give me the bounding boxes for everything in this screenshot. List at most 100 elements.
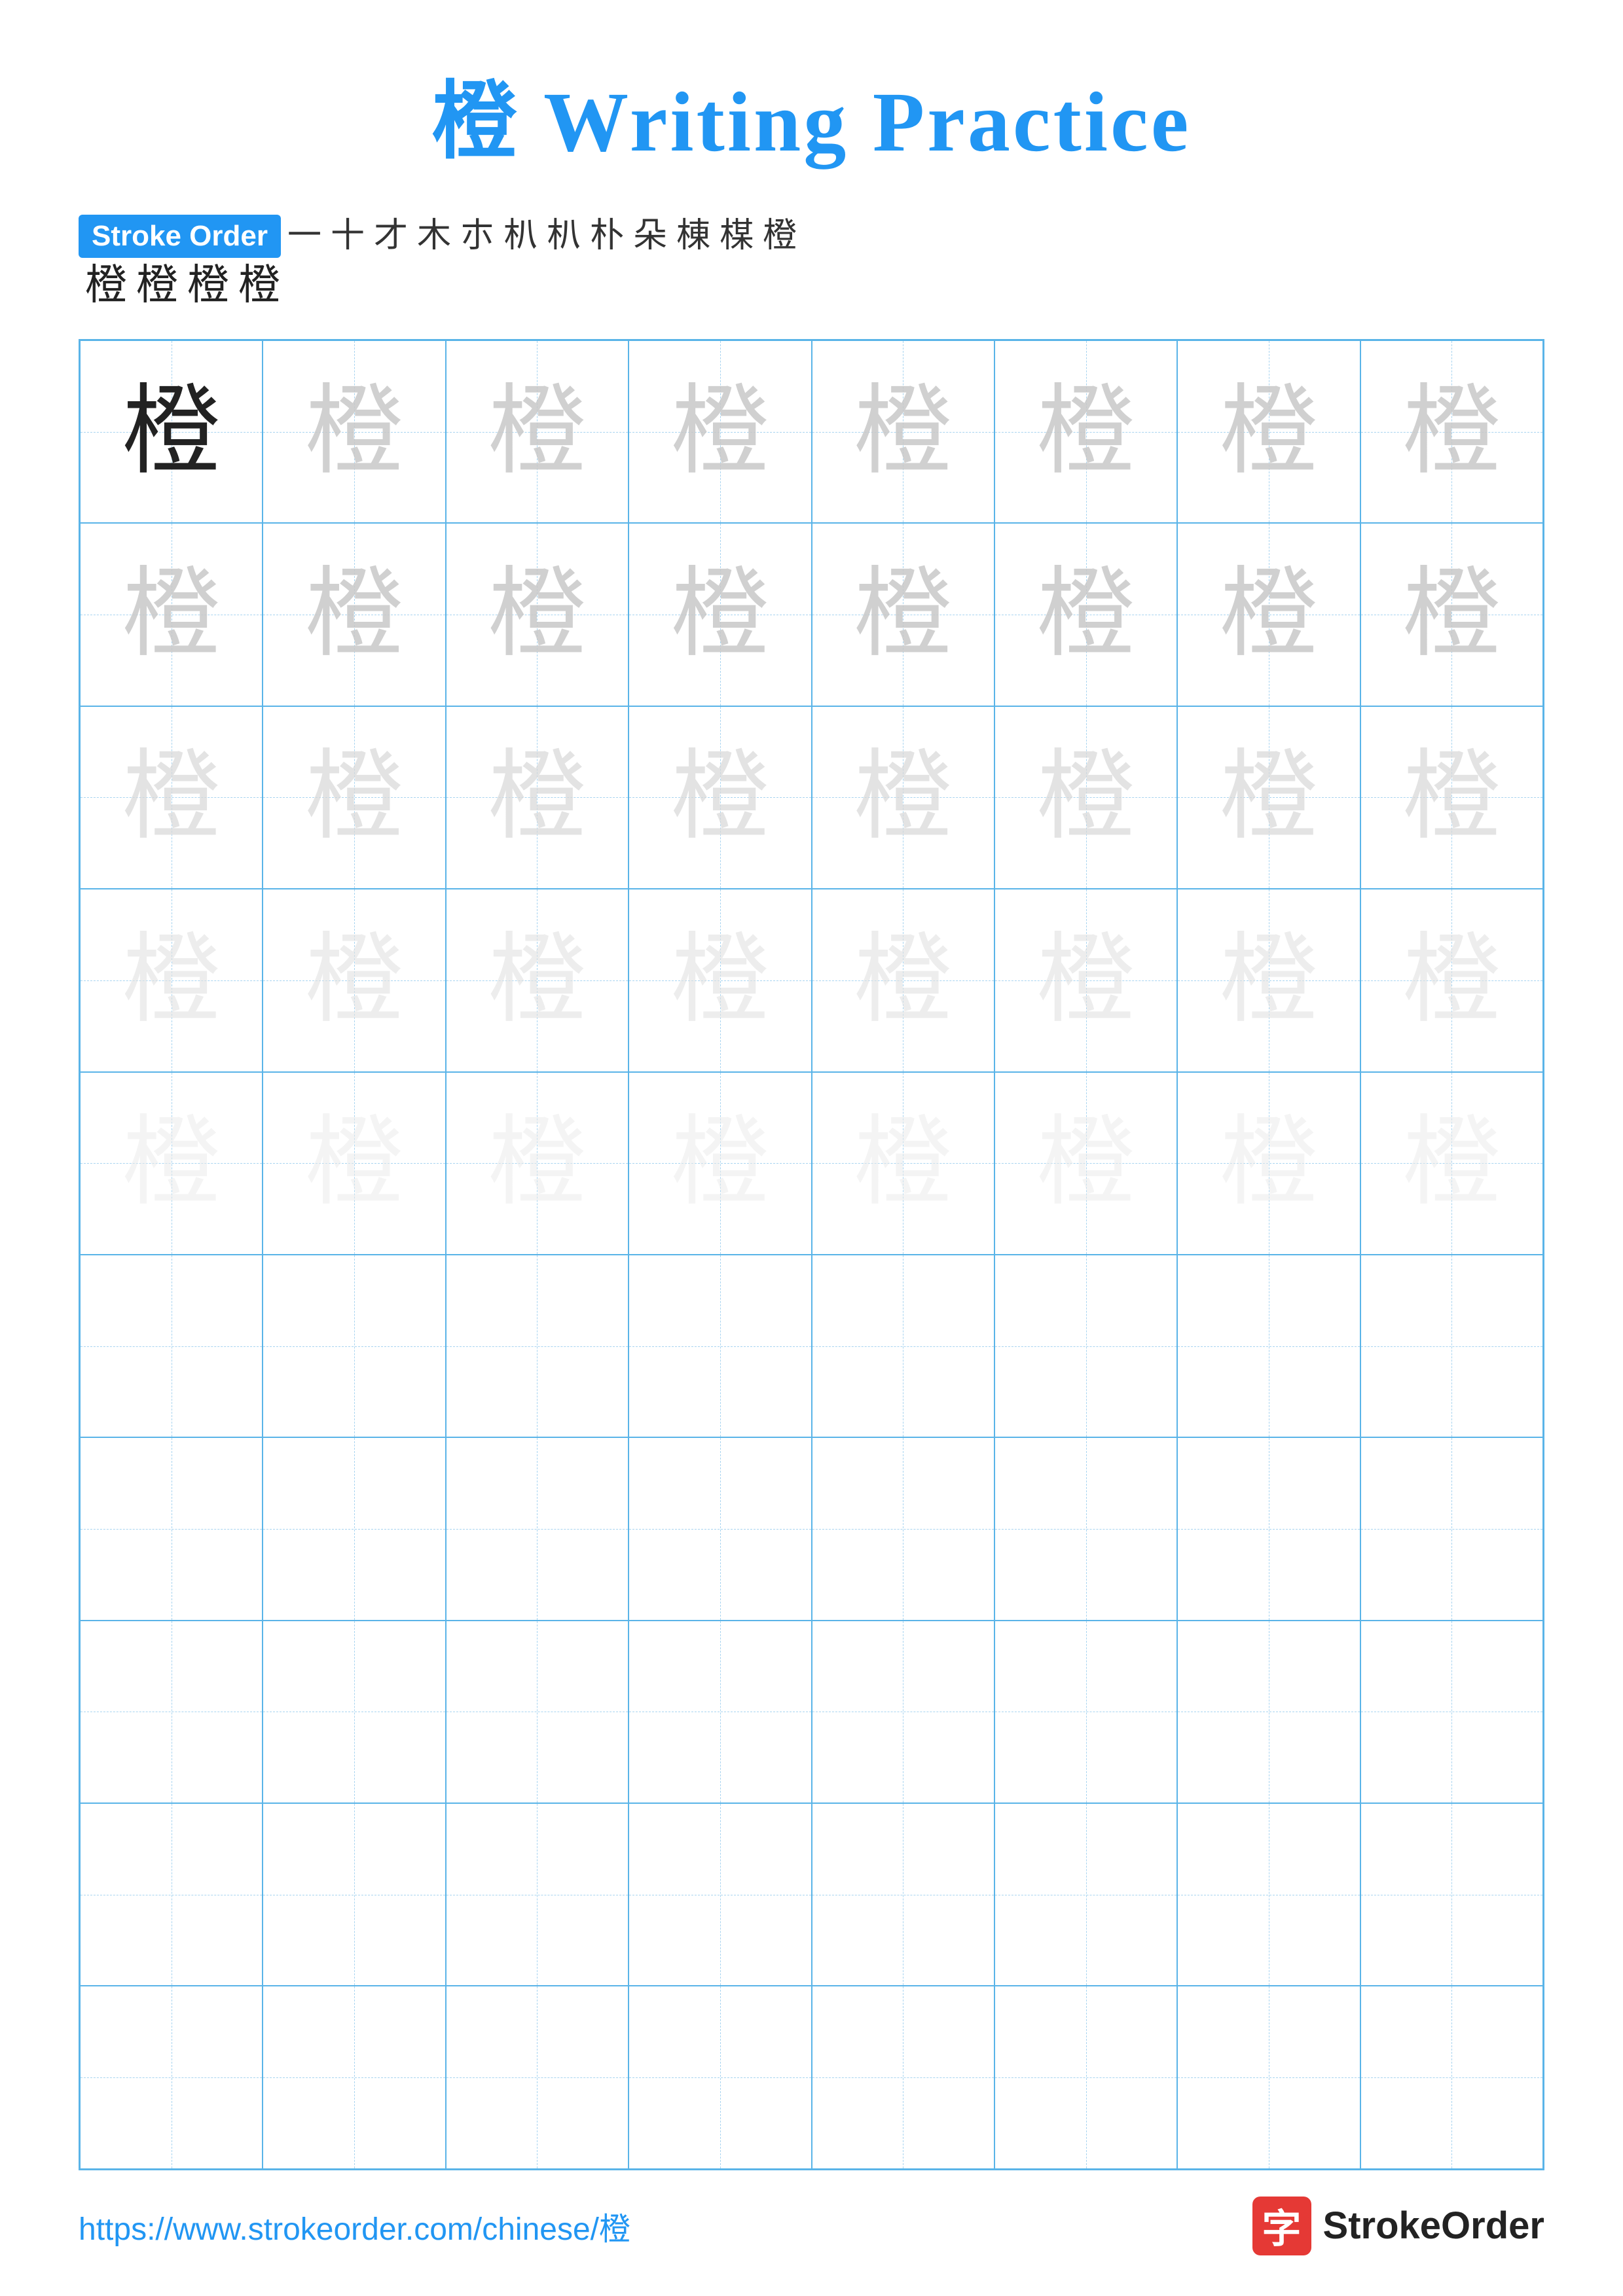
grid-cell [80, 1986, 263, 2168]
practice-char: 橙 [1037, 1114, 1135, 1212]
practice-char: 橙 [1037, 748, 1135, 846]
grid-cell: 橙 [1177, 706, 1360, 889]
grid-cell [994, 1255, 1177, 1437]
grid-cell [1360, 1803, 1543, 1986]
grid-cell [1177, 1803, 1360, 1986]
grid-cell [80, 1255, 263, 1437]
stroke-r2-1: 橙 [85, 264, 127, 306]
page: 橙 Writing Practice Stroke Order 一 十 才 木 … [0, 0, 1623, 2296]
grid-cell [629, 1803, 811, 1986]
grid-cell [263, 1986, 445, 2168]
grid-cell: 橙 [80, 1072, 263, 1255]
stroke-s7: 朳 [547, 219, 581, 253]
grid-cell: 橙 [80, 523, 263, 706]
grid-cell [263, 1255, 445, 1437]
grid-cell [1177, 1255, 1360, 1437]
practice-char: 橙 [671, 931, 769, 1030]
grid-cell: 橙 [994, 889, 1177, 1071]
stroke-order-row1: Stroke Order 一 十 才 木 朩 朳 朳 朴 朵 棟 楳 橙 [79, 215, 1544, 258]
practice-char: 橙 [305, 565, 403, 664]
grid-cell: 橙 [1177, 889, 1360, 1071]
logo-text: StrokeOrder [1323, 2204, 1544, 2248]
practice-char: 橙 [1402, 1114, 1501, 1212]
grid-cell: 橙 [629, 889, 811, 1071]
practice-char: 橙 [488, 383, 586, 481]
stroke-s8: 朴 [590, 219, 624, 253]
grid-cell [80, 1803, 263, 1986]
grid-cell: 橙 [1177, 523, 1360, 706]
grid-cell: 橙 [80, 889, 263, 1071]
grid-cell: 橙 [446, 1072, 629, 1255]
grid-cell [994, 1437, 1177, 1620]
stroke-s12: 橙 [763, 219, 797, 253]
stroke-s10: 棟 [676, 219, 710, 253]
practice-char: 橙 [1220, 931, 1318, 1030]
practice-char: 橙 [1220, 748, 1318, 846]
practice-char: 橙 [854, 383, 952, 481]
grid-cell: 橙 [994, 706, 1177, 889]
grid-cell: 橙 [812, 523, 994, 706]
practice-char: 橙 [1402, 931, 1501, 1030]
stroke-s5: 朩 [460, 219, 494, 253]
practice-char: 橙 [1220, 383, 1318, 481]
grid-cell [1360, 1986, 1543, 2168]
logo-char: 字 [1262, 2197, 1302, 2254]
grid-cell [1360, 1437, 1543, 1620]
grid-cell [446, 1803, 629, 1986]
grid-cell [629, 1255, 811, 1437]
grid-cell [446, 1986, 629, 2168]
grid-cell: 橙 [446, 523, 629, 706]
stroke-s6: 朳 [503, 219, 538, 253]
practice-char: 橙 [305, 748, 403, 846]
grid-cell [812, 1986, 994, 2168]
grid-cell: 橙 [80, 340, 263, 523]
grid-cell: 橙 [263, 706, 445, 889]
title-text: Writing Practice [520, 75, 1192, 170]
page-title: 橙 Writing Practice [432, 52, 1192, 175]
grid-cell: 橙 [812, 889, 994, 1071]
grid-cell: 橙 [446, 706, 629, 889]
grid-cell: 橙 [812, 340, 994, 523]
stroke-s2: 十 [331, 219, 365, 253]
practice-char: 橙 [671, 383, 769, 481]
stroke-order-badge: Stroke Order [79, 215, 281, 258]
grid-cell [812, 1437, 994, 1620]
grid-cell [80, 1437, 263, 1620]
practice-char: 橙 [1220, 565, 1318, 664]
footer-url[interactable]: https://www.strokeorder.com/chinese/橙 [79, 2203, 630, 2249]
practice-char: 橙 [488, 748, 586, 846]
grid-cell: 橙 [80, 706, 263, 889]
grid-cell: 橙 [812, 706, 994, 889]
grid-cell [263, 1803, 445, 1986]
grid-cell: 橙 [263, 523, 445, 706]
grid-cell [1177, 1621, 1360, 1803]
practice-char: 橙 [1037, 565, 1135, 664]
practice-char: 橙 [305, 1114, 403, 1212]
practice-char: 橙 [671, 565, 769, 664]
practice-char: 橙 [1220, 1114, 1318, 1212]
practice-char: 橙 [488, 1114, 586, 1212]
grid-cell: 橙 [446, 889, 629, 1071]
grid-cell: 橙 [1360, 706, 1543, 889]
practice-char: 橙 [671, 1114, 769, 1212]
grid-cell [446, 1255, 629, 1437]
grid-cell [80, 1621, 263, 1803]
practice-char: 橙 [1402, 565, 1501, 664]
footer-logo: 字 StrokeOrder [1252, 2197, 1544, 2255]
title-char: 橙 [432, 75, 520, 170]
grid-cell [812, 1803, 994, 1986]
practice-char: 橙 [122, 565, 221, 664]
grid-cell: 橙 [263, 889, 445, 1071]
practice-char: 橙 [854, 931, 952, 1030]
grid-cell [994, 1621, 1177, 1803]
grid-cell [263, 1621, 445, 1803]
grid-cell: 橙 [994, 523, 1177, 706]
grid-cell: 橙 [263, 1072, 445, 1255]
grid-cell: 橙 [812, 1072, 994, 1255]
grid-cell [994, 1986, 1177, 2168]
grid-cell: 橙 [263, 340, 445, 523]
grid-cell: 橙 [1360, 523, 1543, 706]
grid-cell: 橙 [629, 523, 811, 706]
practice-char: 橙 [488, 931, 586, 1030]
grid-cell: 橙 [994, 340, 1177, 523]
